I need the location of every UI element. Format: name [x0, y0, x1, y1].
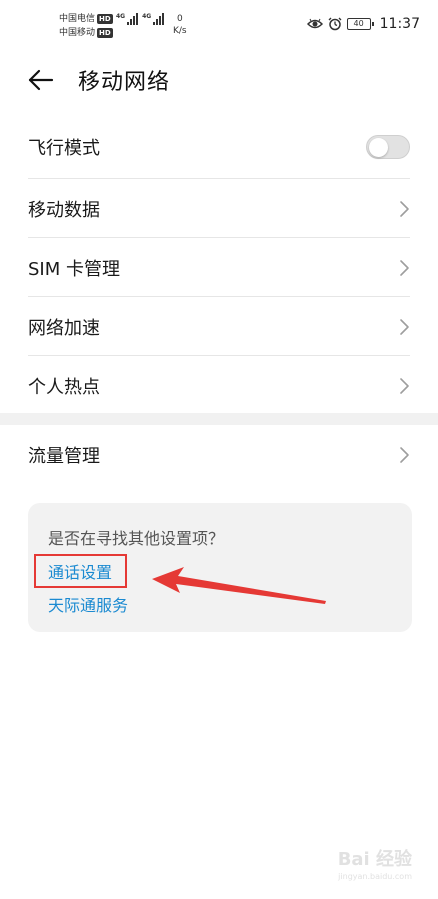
- net-type-label: 4G: [142, 13, 152, 20]
- settings-item-sim-management[interactable]: SIM 卡管理: [28, 238, 410, 297]
- annotation-arrow-icon: [152, 567, 326, 604]
- skytone-service-link[interactable]: 天际通服务: [48, 592, 128, 616]
- watermark-url: jingyan.baidu.com: [338, 872, 412, 881]
- carrier-info: 中国电信 HD 中国移动 HD: [59, 12, 113, 40]
- status-right: 40 11:37: [306, 16, 420, 32]
- speed-value: 0: [176, 14, 183, 24]
- signal-1-icon: 4G: [116, 13, 139, 25]
- airplane-mode-toggle[interactable]: [366, 134, 410, 159]
- settings-item-data-usage[interactable]: 流量管理: [28, 425, 410, 484]
- chevron-right-icon: [400, 318, 409, 335]
- status-bar: 中国电信 HD 中国移动 HD 4G 4G 0 K/s 40 11:37: [0, 0, 438, 50]
- eye-comfort-icon: [306, 18, 323, 29]
- page-title: 移动网络: [78, 70, 171, 95]
- chevron-right-icon: [400, 446, 409, 463]
- clock: 11:37: [379, 16, 420, 32]
- header: 移动网络: [0, 56, 438, 104]
- settings-item-personal-hotspot[interactable]: 个人热点: [28, 356, 410, 415]
- back-arrow-icon[interactable]: [26, 66, 56, 94]
- carrier-1-label: 中国电信: [59, 14, 96, 24]
- settings-item-network-acceleration[interactable]: 网络加速: [28, 297, 410, 356]
- watermark: Bai 经验 jingyan.baidu.com: [338, 845, 412, 881]
- net-type-label: 4G: [116, 13, 126, 20]
- chevron-right-icon: [400, 377, 409, 394]
- network-speed: 0 K/s: [173, 13, 187, 37]
- hd-badge: HD: [97, 14, 113, 24]
- suggestions-title: 是否在寻找其他设置项？: [48, 529, 225, 548]
- toggle-knob: [369, 137, 388, 157]
- battery-icon: 40: [346, 18, 374, 30]
- settings-item-label: 网络加速: [28, 317, 100, 339]
- settings-item-label: 流量管理: [28, 445, 100, 467]
- settings-item-label: SIM 卡管理: [28, 258, 120, 280]
- settings-item-label: 飞行模式: [28, 137, 100, 159]
- hd-badge: HD: [97, 28, 113, 38]
- settings-item-airplane-mode[interactable]: 飞行模式: [28, 117, 410, 176]
- watermark-logo: Bai 经验: [337, 849, 412, 870]
- settings-item-mobile-data[interactable]: 移动数据: [28, 179, 410, 238]
- battery-level: 40: [353, 19, 364, 28]
- settings-item-label: 个人热点: [28, 376, 100, 398]
- annotation-highlight-box: [34, 554, 127, 588]
- chevron-right-icon: [400, 200, 409, 217]
- settings-item-label: 移动数据: [28, 199, 100, 221]
- signal-2-icon: 4G: [142, 13, 165, 25]
- carrier-2-label: 中国移动: [59, 28, 96, 38]
- signal-indicators: 4G 4G: [116, 13, 165, 25]
- chevron-right-icon: [400, 259, 409, 276]
- alarm-icon: [328, 17, 342, 31]
- section-separator: [0, 413, 438, 425]
- speed-unit: K/s: [173, 26, 187, 36]
